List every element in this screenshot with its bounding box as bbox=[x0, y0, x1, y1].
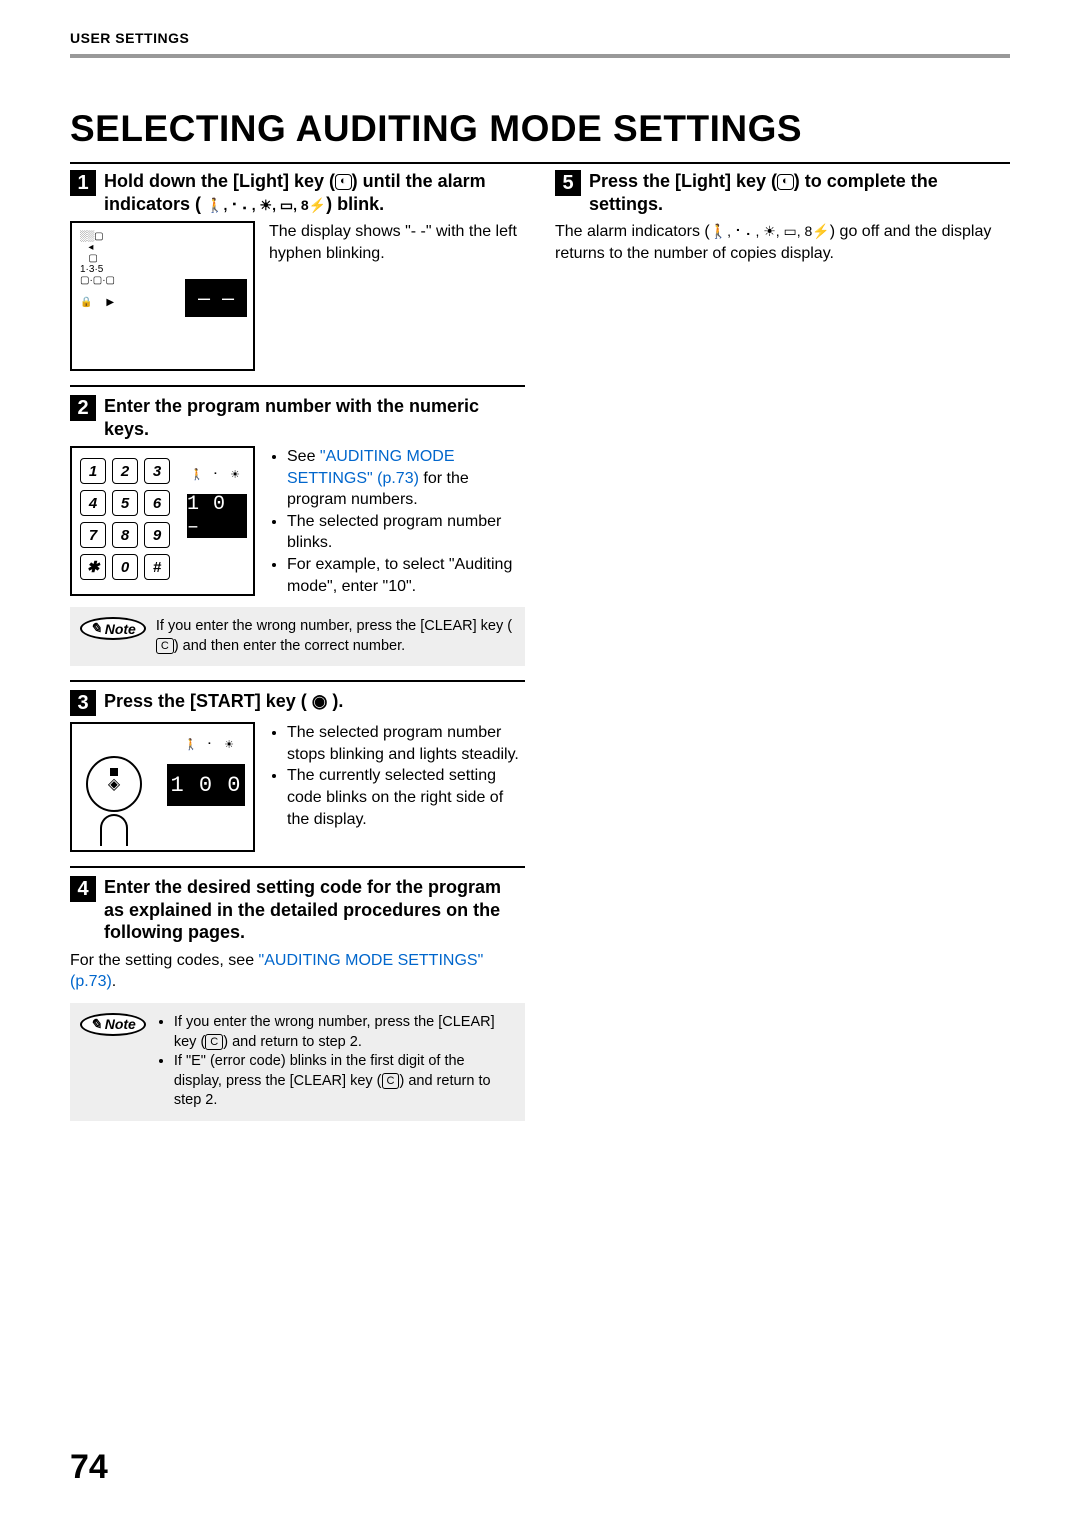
lcd-display-2: 1 0 – bbox=[187, 494, 247, 538]
pencil-icon: ✎ bbox=[90, 620, 102, 637]
step-2-bullet-2: The selected program number blinks. bbox=[287, 511, 525, 554]
title-rule bbox=[70, 162, 1010, 164]
step-number-3: 3 bbox=[70, 690, 96, 716]
step-4-body-b: . bbox=[112, 973, 116, 990]
pencil-icon: ✎ bbox=[90, 1016, 102, 1033]
step-4-note-bullet-2: If "E" (error code) blinks in the first … bbox=[174, 1052, 515, 1111]
step-3-bullet-1: The selected program number stops blinki… bbox=[287, 722, 525, 765]
step-1-title-c: ) blink. bbox=[326, 194, 384, 214]
note-badge: ✎Note bbox=[80, 617, 146, 640]
key-1: 1 bbox=[80, 458, 106, 484]
diagram-misc-icons: ░░▢ ◂ ▢1·3·5▢·▢·▢🔒 ▶ bbox=[80, 231, 115, 308]
step-number-5: 5 bbox=[555, 170, 581, 196]
key-6: 6 bbox=[144, 490, 170, 516]
step-1: 1 Hold down the [Light] key (◐) until th… bbox=[70, 170, 525, 371]
lcd-display-1: – – bbox=[185, 279, 247, 317]
clear-key-icon: C bbox=[156, 638, 174, 654]
step-divider bbox=[70, 680, 525, 682]
step-4-note-bullet-1: If you enter the wrong number, press the… bbox=[174, 1013, 515, 1052]
step-4-note-text: If you enter the wrong number, press the… bbox=[156, 1013, 515, 1111]
step-1-title-a: Hold down the [Light] key ( bbox=[104, 171, 335, 191]
step-4-title: Enter the desired setting code for the p… bbox=[104, 876, 525, 944]
alarm-indicator-icons: 🚶, ⠂⠄, ☀, ▭, 8⚡ bbox=[206, 197, 326, 213]
step-1-title: Hold down the [Light] key (◐) until the … bbox=[104, 170, 525, 215]
page-title: SELECTING AUDITING MODE SETTINGS bbox=[70, 108, 1010, 150]
note2-b: ) and then enter the correct number. bbox=[174, 638, 405, 654]
step-number-4: 4 bbox=[70, 876, 96, 902]
step-divider bbox=[70, 385, 525, 387]
key-3: 3 bbox=[144, 458, 170, 484]
step-2-note-text: If you enter the wrong number, press the… bbox=[156, 617, 515, 656]
step-2-note: ✎Note If you enter the wrong number, pre… bbox=[70, 607, 525, 666]
n4b1b: ) and return to step 2. bbox=[223, 1034, 362, 1050]
key-2: 2 bbox=[112, 458, 138, 484]
step-2-diagram: 1 2 3 4 5 6 7 8 9 ✱ 0 # 🚶 ⠂ ☀ 1 0 – bbox=[70, 446, 255, 596]
step-divider bbox=[70, 866, 525, 868]
key-8: 8 bbox=[112, 522, 138, 548]
key-hash: # bbox=[144, 554, 170, 580]
key-9: 9 bbox=[144, 522, 170, 548]
step-4-note: ✎Note If you enter the wrong number, pre… bbox=[70, 1003, 525, 1121]
lcd-display-3: 1 0 0 bbox=[167, 764, 245, 806]
finger-icon bbox=[100, 814, 128, 846]
step-2: 2 Enter the program number with the nume… bbox=[70, 395, 525, 666]
step-number-1: 1 bbox=[70, 170, 96, 196]
step-2-title: Enter the program number with the numeri… bbox=[104, 395, 525, 440]
key-star: ✱ bbox=[80, 554, 106, 580]
diagram-icon-row: 🚶 ⠂ ☀ bbox=[190, 468, 243, 481]
light-key-icon: ◐ bbox=[335, 174, 352, 190]
step-4-body-a: For the setting codes, see bbox=[70, 952, 259, 969]
step-4-body: For the setting codes, see "AUDITING MOD… bbox=[70, 950, 525, 993]
step-2-bullet-3: For example, to select "Auditing mode", … bbox=[287, 554, 525, 597]
step-4: 4 Enter the desired setting code for the… bbox=[70, 876, 525, 1121]
step-2-bullet-1: See "AUDITING MODE SETTINGS" (p.73) for … bbox=[287, 446, 525, 511]
key-7: 7 bbox=[80, 522, 106, 548]
step-2-b1a: See bbox=[287, 448, 320, 465]
step-3-diagram: ◈ 🚶 ⠂ ☀ 1 0 0 bbox=[70, 722, 255, 852]
step-5-body: The alarm indicators (🚶, ⠂⠄, ☀, ▭, 8⚡) g… bbox=[555, 221, 1010, 264]
light-key-icon: ◐ bbox=[777, 174, 794, 190]
step-number-2: 2 bbox=[70, 395, 96, 421]
key-0: 0 bbox=[112, 554, 138, 580]
alarm-indicator-icons: 🚶, ⠂⠄, ☀, ▭, 8⚡ bbox=[710, 223, 830, 239]
step-5-body-a: The alarm indicators ( bbox=[555, 223, 710, 240]
step-3-bullets: The selected program number stops blinki… bbox=[269, 722, 525, 830]
clear-key-icon: C bbox=[382, 1073, 400, 1089]
step-3-bullet-2: The currently selected setting code blin… bbox=[287, 765, 525, 830]
step-2-bullets: See "AUDITING MODE SETTINGS" (p.73) for … bbox=[269, 446, 525, 597]
header-section: USER SETTINGS bbox=[70, 30, 1010, 58]
clear-key-icon: C bbox=[205, 1034, 223, 1050]
note-label: Note bbox=[105, 621, 136, 637]
step-3-title: Press the [START] key ( ◉ ). bbox=[104, 690, 343, 713]
step-5-title-a: Press the [Light] key ( bbox=[589, 171, 777, 191]
step-5: 5 Press the [Light] key (◐) to complete … bbox=[555, 170, 1010, 264]
diagram-icon-row: 🚶 ⠂ ☀ bbox=[184, 738, 237, 751]
key-4: 4 bbox=[80, 490, 106, 516]
step-1-body: The display shows "- -" with the left hy… bbox=[269, 221, 525, 264]
step-1-diagram: ░░▢ ◂ ▢1·3·5▢·▢·▢🔒 ▶ – – bbox=[70, 221, 255, 371]
start-button-icon: ◈ bbox=[86, 756, 142, 812]
key-5: 5 bbox=[112, 490, 138, 516]
page-number: 74 bbox=[70, 1448, 108, 1487]
numeric-keypad: 1 2 3 4 5 6 7 8 9 ✱ 0 # bbox=[80, 458, 170, 580]
note2-a: If you enter the wrong number, press the… bbox=[156, 618, 512, 634]
step-5-title: Press the [Light] key (◐) to complete th… bbox=[589, 170, 1010, 215]
note-label: Note bbox=[105, 1016, 136, 1032]
note-badge: ✎Note bbox=[80, 1013, 146, 1036]
step-3: 3 Press the [START] key ( ◉ ). ◈ 🚶 ⠂ ☀ 1… bbox=[70, 690, 525, 852]
